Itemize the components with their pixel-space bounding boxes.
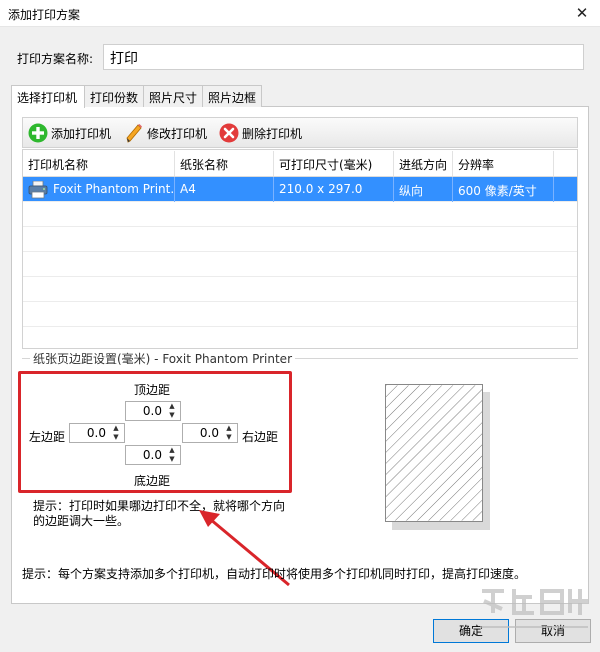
title-bar: 添加打印方案 ✕ — [0, 0, 600, 27]
tab-copies[interactable]: 打印份数 — [84, 85, 144, 107]
footer-hint: 提示：每个方案支持添加多个打印机，自动打印时将使用多个打印机同时打印，提高打印速… — [22, 567, 527, 581]
empty-row — [23, 277, 577, 302]
delete-printer-label: 删除打印机 — [242, 126, 303, 141]
add-printer-label: 添加打印机 — [51, 126, 112, 141]
margin-group-title: 纸张页边距设置(毫米) - Foxit Phantom Printer — [30, 350, 295, 367]
plus-circle-icon — [28, 123, 48, 143]
scheme-name-input[interactable]: 打印 — [103, 44, 584, 70]
add-printer-button[interactable]: 添加打印机 — [28, 122, 111, 144]
delete-printer-button[interactable]: 删除打印机 — [219, 122, 302, 144]
edit-printer-button[interactable]: 修改打印机 — [124, 122, 207, 144]
table-cell: 纵向 — [394, 177, 453, 202]
table-cell: 210.0 x 297.0 — [274, 177, 394, 202]
close-icon[interactable]: ✕ — [572, 3, 592, 23]
printer-toolbar: 添加打印机 修改打印机 删除打印机 — [22, 117, 578, 148]
page-preview — [385, 384, 483, 522]
table-cell: Foxit Phantom Print... — [49, 177, 175, 202]
column-header[interactable]: 纸张名称 — [175, 151, 274, 176]
empty-row — [23, 252, 577, 277]
pencil-icon — [126, 124, 142, 143]
table-header: 打印机名称 纸张名称 可打印尺寸(毫米) 进纸方向 分辨率 — [23, 150, 577, 177]
table-cell: A4 — [175, 177, 274, 202]
column-header[interactable]: 进纸方向 — [394, 151, 453, 176]
printer-table: 打印机名称 纸张名称 可打印尺寸(毫米) 进纸方向 分辨率 Foxit Phan… — [22, 149, 578, 349]
scheme-name-row: 打印方案名称: 打印 — [17, 44, 587, 70]
empty-row — [23, 302, 577, 327]
edit-printer-label: 修改打印机 — [147, 126, 208, 141]
table-cell: 600 像素/英寸 — [453, 177, 554, 202]
tab-photo-border[interactable]: 照片边框 — [202, 85, 262, 107]
highlight-box — [18, 371, 292, 493]
x-circle-icon — [219, 123, 239, 143]
printer-icon — [28, 181, 48, 199]
window-title: 添加打印方案 — [8, 8, 81, 22]
tab-photo-size[interactable]: 照片尺寸 — [143, 85, 203, 107]
column-header[interactable]: 分辨率 — [453, 151, 554, 176]
column-header[interactable]: 打印机名称 — [23, 151, 175, 176]
table-row[interactable]: Foxit Phantom Print... A4 210.0 x 297.0 … — [23, 177, 577, 202]
empty-row — [23, 227, 577, 252]
scheme-name-label: 打印方案名称: — [17, 52, 94, 66]
tab-select-printer[interactable]: 选择打印机 — [11, 85, 85, 108]
watermark-logo — [480, 589, 588, 628]
column-header[interactable]: 可打印尺寸(毫米) — [274, 151, 394, 176]
margin-hint: 提示：打印时如果哪边打印不全，就将哪个方向的边距调大一些。 — [33, 499, 286, 528]
empty-row — [23, 202, 577, 227]
